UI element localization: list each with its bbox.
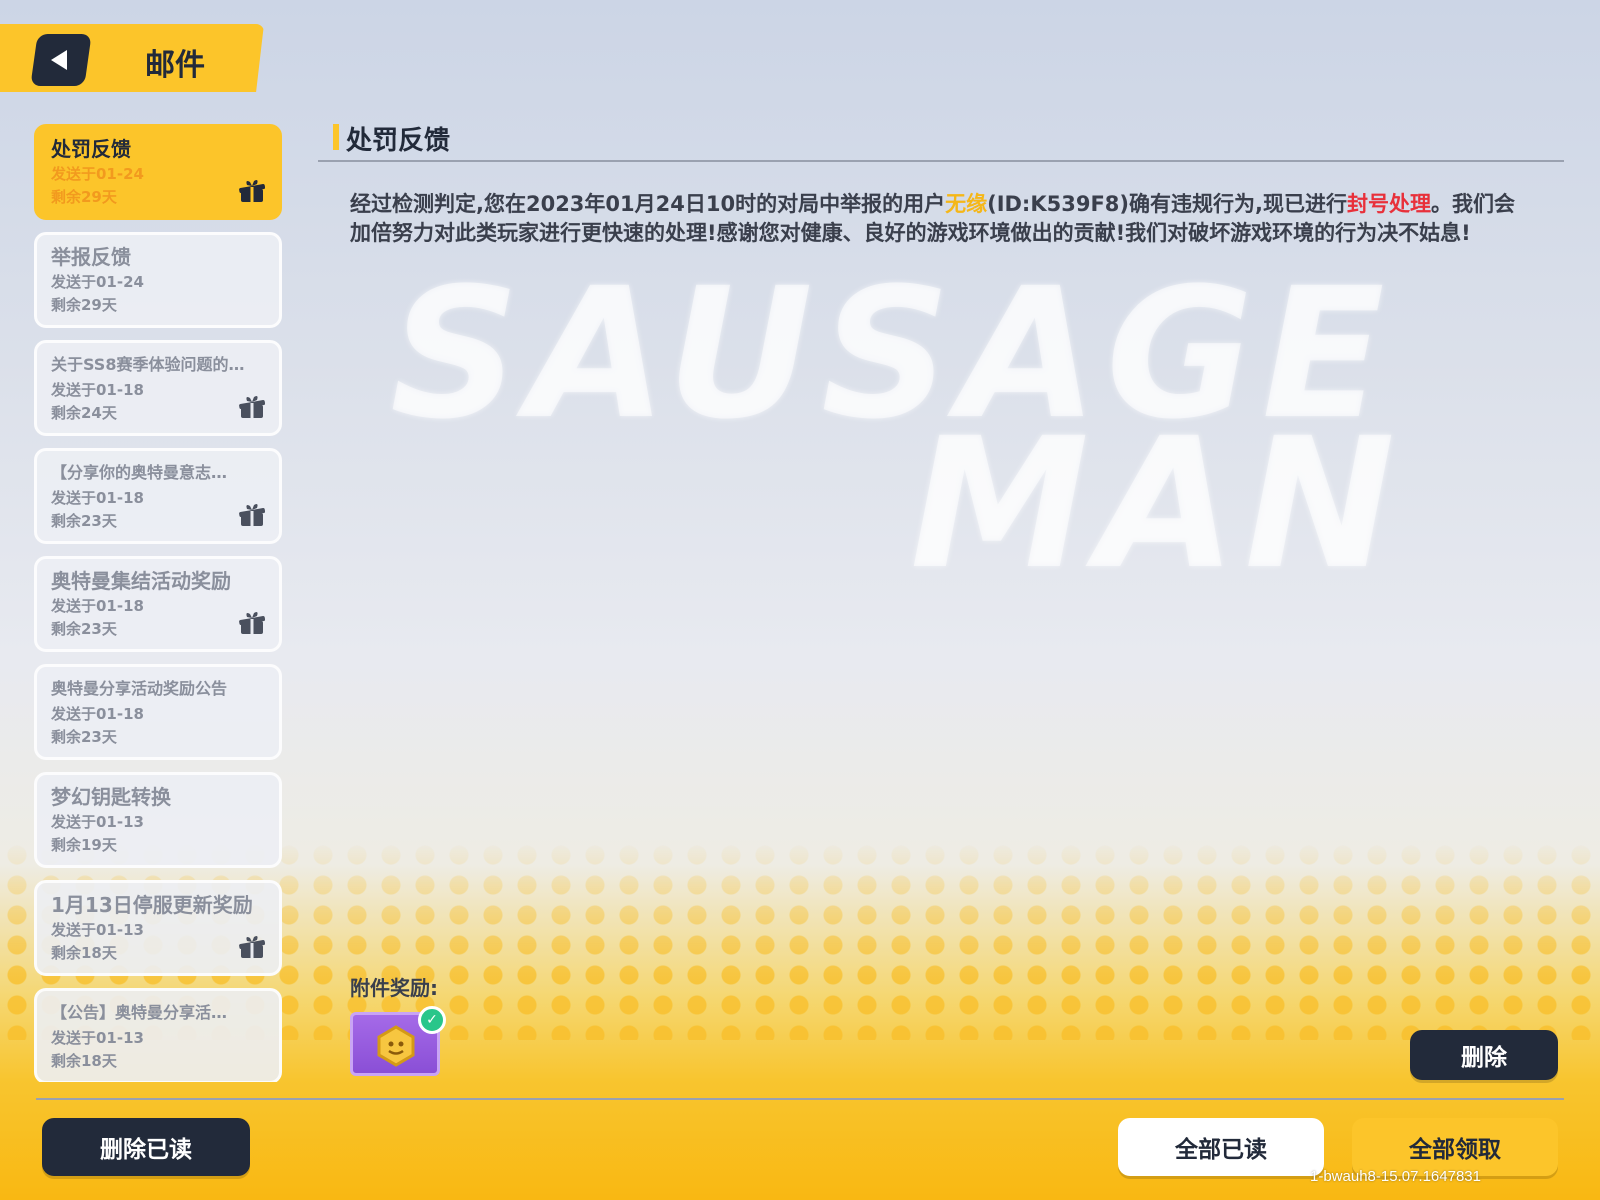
attachment-label: 附件奖励: — [350, 976, 438, 1000]
mail-item-remaining: 剩余18天 — [51, 1052, 117, 1070]
mail-item-remaining: 剩余23天 — [51, 728, 117, 746]
mail-item-sent-date: 发送于01-13 — [51, 1029, 144, 1047]
body-text-part: (ID:K539F8)确有违规行为,现已进行 — [987, 192, 1347, 216]
title-accent-bar — [333, 124, 339, 150]
read-all-button[interactable]: 全部已读 — [1118, 1118, 1324, 1176]
mail-item-remaining: 剩余24天 — [51, 404, 117, 422]
mail-item-sent-date: 发送于01-13 — [51, 921, 144, 939]
mail-item-title: 奥特曼分享活动奖励公告 — [51, 679, 228, 698]
watermark-line-1: SAUSAGE — [390, 250, 1393, 459]
watermark-line-2: MAN — [910, 400, 1404, 609]
mail-item-sent-date: 发送于01-18 — [51, 597, 144, 615]
sausage-man-watermark: SAUSAGE MAN — [330, 250, 1580, 630]
mail-item[interactable]: 关于SS8赛季体验问题的… 发送于01-18 剩余24天 — [34, 340, 282, 436]
body-text-part: 经过检测判定,您在2023年01月24日10时的对局中举报的用户 — [350, 192, 946, 216]
delete-button[interactable]: 删除 — [1410, 1030, 1558, 1080]
mail-item-title: 奥特曼集结活动奖励 — [51, 569, 231, 593]
reported-user-name: 无缘 — [945, 192, 988, 216]
delete-read-button[interactable]: 删除已读 — [42, 1118, 250, 1176]
mail-item[interactable]: 处罚反馈发送于01-24 剩余29天 — [34, 124, 282, 220]
back-arrow-icon — [51, 50, 67, 70]
mail-item-title: 梦幻钥匙转换 — [51, 785, 171, 809]
mail-item-remaining: 剩余18天 — [51, 944, 117, 962]
mail-item-remaining: 剩余29天 — [51, 296, 117, 314]
mail-item-title: 【分享你的奥特曼意志… — [51, 463, 228, 482]
mail-item-remaining: 剩余29天 — [51, 188, 117, 206]
top-divider — [318, 160, 1564, 162]
mail-item-sent-date: 发送于01-18 — [51, 705, 144, 723]
gift-icon — [239, 396, 265, 418]
mail-item-title: 【公告】奥特曼分享活… — [51, 1003, 228, 1022]
mail-item[interactable]: 梦幻钥匙转换发送于01-13 剩余19天 — [34, 772, 282, 868]
mail-item-sent-date: 发送于01-18 — [51, 381, 144, 399]
mail-item-sent-date: 发送于01-24 — [51, 165, 144, 183]
mail-item-remaining: 剩余23天 — [51, 620, 117, 638]
mail-item-title: 1月13日停服更新奖励 — [51, 893, 253, 917]
gift-icon — [239, 936, 265, 958]
mail-list[interactable]: 处罚反馈 发送于01-24 剩余29天 举报反馈 发送于01-24 剩余29天 关于SS8赛… — [34, 124, 284, 1082]
mail-item[interactable]: 举报反馈发送于01-24 剩余29天 — [34, 232, 282, 328]
mail-item-title: 举报反馈 — [51, 245, 131, 269]
bottom-divider — [36, 1098, 1564, 1100]
mail-title: 处罚反馈 — [346, 126, 451, 156]
mail-body: 经过检测判定,您在2023年01月24日10时的对局中举报的用户无缘(ID:K5… — [350, 190, 1530, 248]
mail-item[interactable]: 1月13日停服更新奖励发送于01-13 剩余18天 — [34, 880, 282, 976]
mail-item-sent-date: 发送于01-24 — [51, 273, 144, 291]
mail-item-sent-date: 发送于01-18 — [51, 489, 144, 507]
mail-item[interactable]: 【分享你的奥特曼意志… 发送于01-18 剩余23天 — [34, 448, 282, 544]
back-button[interactable] — [30, 34, 92, 86]
mail-item-title: 关于SS8赛季体验问题的… — [51, 355, 245, 374]
page-title: 邮件 — [145, 48, 205, 83]
coin-icon — [377, 1025, 415, 1067]
mail-item-title: 处罚反馈 — [51, 137, 131, 161]
mail-item-remaining: 剩余23天 — [51, 512, 117, 530]
mail-item-sent-date: 发送于01-13 — [51, 813, 144, 831]
version-label: 1-bwauh8-15.07.1647831 — [1310, 1168, 1481, 1185]
mail-item[interactable]: 奥特曼分享活动奖励公告 发送于01-18 剩余23天 — [34, 664, 282, 760]
penalty-action: 封号处理 — [1346, 192, 1431, 216]
gift-icon — [239, 180, 265, 202]
gift-icon — [239, 612, 265, 634]
check-icon: ✓ — [418, 1006, 446, 1034]
mail-item-remaining: 剩余19天 — [51, 836, 117, 854]
mail-item[interactable]: 【公告】奥特曼分享活… 发送于01-13 剩余18天 — [34, 988, 282, 1082]
gift-icon — [239, 504, 265, 526]
mail-item[interactable]: 奥特曼集结活动奖励发送于01-18 剩余23天 — [34, 556, 282, 652]
